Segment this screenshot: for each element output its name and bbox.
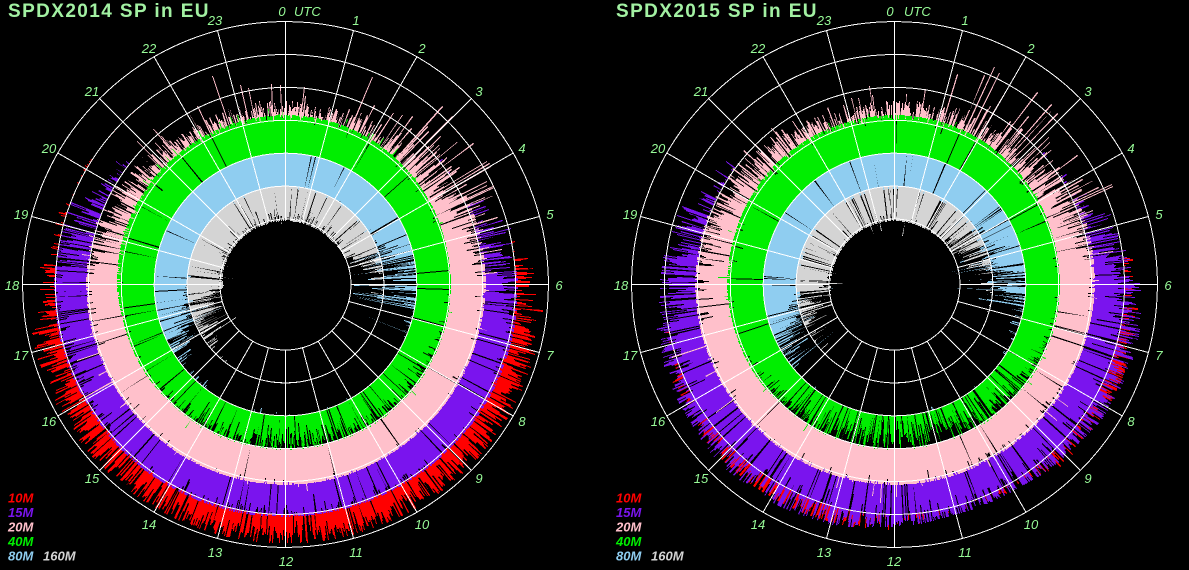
svg-text:7: 7 xyxy=(1155,348,1163,363)
svg-text:22: 22 xyxy=(750,41,766,56)
svg-text:20: 20 xyxy=(41,141,57,156)
svg-text:160M: 160M xyxy=(43,549,77,564)
svg-text:15M: 15M xyxy=(8,505,34,520)
svg-text:18: 18 xyxy=(5,278,20,293)
svg-text:19: 19 xyxy=(14,207,28,222)
svg-text:UTC: UTC xyxy=(904,4,931,19)
svg-text:22: 22 xyxy=(141,41,157,56)
svg-text:10M: 10M xyxy=(616,491,642,506)
svg-text:20M: 20M xyxy=(615,520,642,535)
svg-text:4: 4 xyxy=(518,141,525,156)
svg-text:0: 0 xyxy=(278,4,286,19)
svg-text:7: 7 xyxy=(546,348,554,363)
svg-text:40M: 40M xyxy=(615,534,642,549)
svg-text:15: 15 xyxy=(694,471,709,486)
svg-text:8: 8 xyxy=(1127,414,1135,429)
svg-text:20: 20 xyxy=(650,141,666,156)
svg-text:15M: 15M xyxy=(616,505,642,520)
svg-text:6: 6 xyxy=(1164,278,1172,293)
svg-text:14: 14 xyxy=(142,517,156,532)
svg-text:1: 1 xyxy=(961,13,968,28)
svg-text:13: 13 xyxy=(817,545,832,560)
svg-text:14: 14 xyxy=(751,517,765,532)
svg-text:21: 21 xyxy=(693,84,708,99)
svg-text:12: 12 xyxy=(279,554,294,569)
svg-text:160M: 160M xyxy=(651,549,685,564)
svg-text:1: 1 xyxy=(352,13,359,28)
svg-text:18: 18 xyxy=(614,278,629,293)
svg-text:2: 2 xyxy=(1026,41,1035,56)
svg-text:12: 12 xyxy=(887,554,902,569)
svg-text:4: 4 xyxy=(1127,141,1134,156)
svg-text:8: 8 xyxy=(518,414,526,429)
svg-text:17: 17 xyxy=(623,348,638,363)
svg-text:15: 15 xyxy=(85,471,100,486)
svg-text:16: 16 xyxy=(42,414,57,429)
svg-text:19: 19 xyxy=(623,207,637,222)
svg-text:10M: 10M xyxy=(8,491,34,506)
svg-text:10: 10 xyxy=(1024,517,1039,532)
svg-text:3: 3 xyxy=(1084,84,1092,99)
svg-text:2: 2 xyxy=(417,41,426,56)
svg-text:11: 11 xyxy=(349,545,363,560)
svg-text:SPDX2015 SP in EU: SPDX2015 SP in EU xyxy=(616,1,818,22)
svg-text:20M: 20M xyxy=(7,520,34,535)
svg-text:16: 16 xyxy=(651,414,666,429)
svg-text:40M: 40M xyxy=(7,534,34,549)
svg-text:UTC: UTC xyxy=(294,4,321,19)
svg-text:3: 3 xyxy=(475,84,483,99)
svg-text:11: 11 xyxy=(958,545,972,560)
svg-text:80M: 80M xyxy=(616,549,642,564)
svg-text:23: 23 xyxy=(816,13,832,28)
svg-text:9: 9 xyxy=(475,471,482,486)
svg-text:10: 10 xyxy=(415,517,430,532)
svg-text:21: 21 xyxy=(84,84,99,99)
svg-text:5: 5 xyxy=(546,207,554,222)
svg-text:6: 6 xyxy=(555,278,563,293)
svg-text:9: 9 xyxy=(1084,471,1091,486)
svg-text:80M: 80M xyxy=(8,549,34,564)
svg-text:0: 0 xyxy=(886,4,894,19)
svg-text:17: 17 xyxy=(14,348,29,363)
svg-text:SPDX2014 SP in EU: SPDX2014 SP in EU xyxy=(8,1,210,22)
svg-text:13: 13 xyxy=(208,545,223,560)
svg-text:5: 5 xyxy=(1155,207,1163,222)
